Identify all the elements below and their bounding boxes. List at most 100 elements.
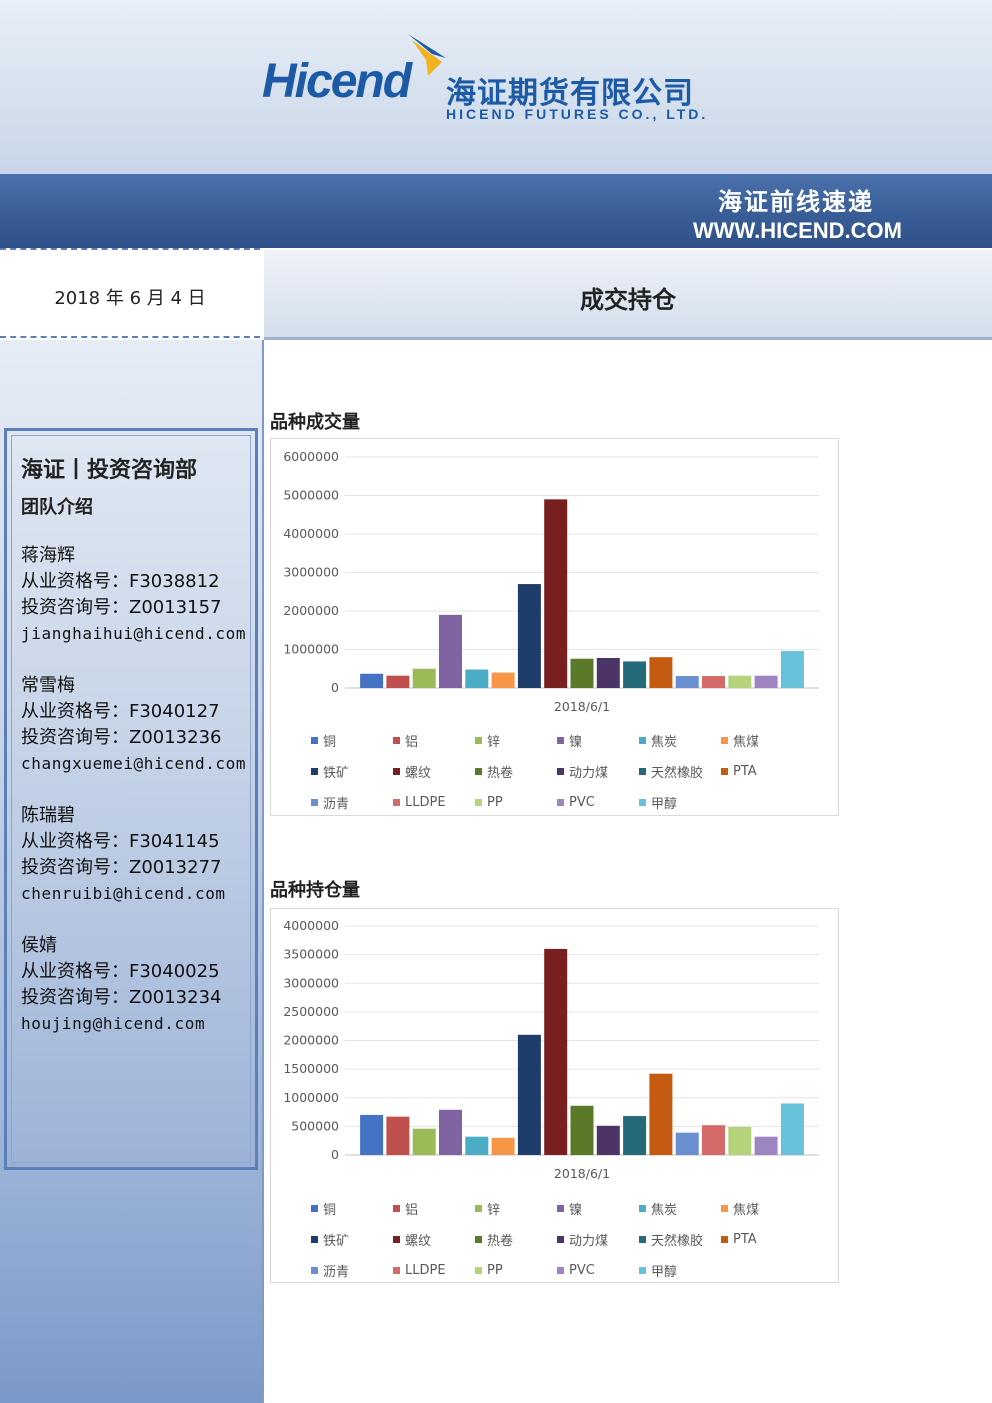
member-advisory-number: 投资咨询号：Z0013234 <box>21 987 222 1008</box>
bar-锌 <box>412 1128 436 1155</box>
member-email[interactable]: changxuemei@hicend.com <box>21 751 246 777</box>
y-tick-label: 3500000 <box>283 947 339 962</box>
legend-label: 铜 <box>323 735 337 750</box>
legend-label: PVC <box>569 1263 595 1278</box>
legend-swatch <box>721 1236 728 1243</box>
bar-螺纹 <box>544 499 568 688</box>
legend-label: 铝 <box>405 735 419 750</box>
member-name: 侯婧 <box>21 935 57 956</box>
legend-label: 热卷 <box>487 766 514 781</box>
legend-item: 焦炭 <box>639 1199 721 1218</box>
divider <box>262 340 264 1403</box>
x-category-label: 2018/6/1 <box>554 1166 610 1181</box>
bar-焦炭 <box>465 669 489 688</box>
team-member: 陈瑞碧 从业资格号：F3041145 投资咨询号：Z0013277 chenru… <box>21 803 226 907</box>
legend-label: LLDPE <box>405 1263 446 1278</box>
bar-锌 <box>412 668 436 688</box>
member-email[interactable]: jianghaihui@hicend.com <box>21 621 246 647</box>
legend-swatch <box>639 737 646 744</box>
bar-天然橡胶 <box>623 1116 647 1155</box>
company-logo: Hicend 海证期货有限公司 HICEND FUTURES CO., LTD. <box>262 34 732 130</box>
legend-item: 沥青 <box>311 793 393 812</box>
member-advisory-number: 投资咨询号：Z0013236 <box>21 727 222 748</box>
legend-item: 锌 <box>475 1199 557 1218</box>
bar-焦煤 <box>491 1137 515 1155</box>
team-member: 常雪梅 从业资格号：F3040127 投资咨询号：Z0013236 changx… <box>21 673 246 777</box>
bar-沥青 <box>675 676 699 688</box>
member-email[interactable]: chenruibi@hicend.com <box>21 881 226 907</box>
legend-item: 动力煤 <box>557 762 639 781</box>
legend-swatch <box>557 1205 564 1212</box>
legend-label: 焦煤 <box>733 1203 760 1218</box>
y-tick-label: 500000 <box>291 1118 339 1133</box>
legend-label: 焦炭 <box>651 1203 678 1218</box>
header-band: 海证前线速递 WWW.HICEND.COM <box>0 174 992 248</box>
member-name: 蒋海辉 <box>21 545 75 566</box>
legend-swatch <box>393 1205 400 1212</box>
page-title: 成交持仓 <box>580 286 676 314</box>
legend-label: LLDPE <box>405 795 446 810</box>
legend-item: 镍 <box>557 1199 639 1218</box>
bar-焦炭 <box>465 1136 489 1155</box>
legend-item: 螺纹 <box>393 1230 475 1249</box>
y-tick-label: 1000000 <box>283 1090 339 1105</box>
legend-swatch <box>557 799 564 806</box>
y-tick-label: 3000000 <box>283 565 339 580</box>
open-interest-chart-title: 品种持仓量 <box>270 880 360 901</box>
legend-swatch <box>721 768 728 775</box>
y-tick-label: 0 <box>331 1147 339 1162</box>
legend-item: 铝 <box>393 1199 475 1218</box>
member-email[interactable]: houjing@hicend.com <box>21 1011 222 1037</box>
legend-label: 沥青 <box>323 797 350 812</box>
legend-item: 焦煤 <box>721 731 803 750</box>
legend-label: 天然橡胶 <box>651 1234 704 1249</box>
legend-label: PP <box>487 1263 503 1278</box>
bar-PP <box>728 1126 752 1155</box>
legend-label: 铁矿 <box>323 1234 350 1249</box>
legend-label: 铜 <box>323 1203 337 1218</box>
bar-PTA <box>649 657 673 688</box>
team-box <box>4 428 258 1170</box>
legend-item: 铁矿 <box>311 762 393 781</box>
legend-swatch <box>557 737 564 744</box>
website-link[interactable]: WWW.HICEND.COM <box>693 218 902 244</box>
team-member: 侯婧 从业资格号：F3040025 投资咨询号：Z0013234 houjing… <box>21 933 222 1037</box>
legend-label: 螺纹 <box>405 766 432 781</box>
legend-swatch <box>311 1267 318 1274</box>
legend-swatch <box>475 799 482 806</box>
legend-label: 螺纹 <box>405 1234 432 1249</box>
bar-动力煤 <box>596 1125 620 1155</box>
member-qualification: 从业资格号：F3038812 <box>21 571 220 592</box>
logo-english: Hicend <box>262 55 412 108</box>
member-name: 陈瑞碧 <box>21 805 75 826</box>
legend-swatch <box>475 1236 482 1243</box>
legend-item: 螺纹 <box>393 762 475 781</box>
legend-swatch <box>475 1267 482 1274</box>
member-name: 常雪梅 <box>21 675 75 696</box>
bar-PTA <box>649 1073 673 1155</box>
bar-PP <box>728 675 752 688</box>
legend-item: 天然橡胶 <box>639 1230 721 1249</box>
bar-铜 <box>360 1114 384 1155</box>
legend-label: 甲醇 <box>651 1265 678 1280</box>
legend-swatch <box>475 768 482 775</box>
bar-铁矿 <box>517 1034 541 1155</box>
bar-铁矿 <box>517 584 541 688</box>
legend-label: 铝 <box>405 1203 419 1218</box>
member-qualification: 从业资格号：F3040025 <box>21 961 220 982</box>
legend-swatch <box>557 768 564 775</box>
legend-label: PVC <box>569 795 595 810</box>
legend-label: 动力煤 <box>569 1234 609 1249</box>
bar-铜 <box>360 673 384 688</box>
legend-label: 镍 <box>569 735 583 750</box>
legend-label: 焦煤 <box>733 735 760 750</box>
volume-chart-title: 品种成交量 <box>270 412 360 433</box>
legend-item: 锌 <box>475 731 557 750</box>
volume-chart-legend: 铜 铝 锌 镍 焦炭 焦煤 铁矿 螺纹 热卷 动力煤 天然橡胶 PTA 沥青 LLDPE PP PVC 甲醇 <box>311 731 831 812</box>
legend-item: 镍 <box>557 731 639 750</box>
legend-item: 焦煤 <box>721 1199 803 1218</box>
open-interest-chart: 4000000 3500000 3000000 2500000 2000000 15000… <box>270 908 839 1283</box>
y-tick-label: 5000000 <box>283 488 339 503</box>
member-advisory-number: 投资咨询号：Z0013157 <box>21 597 222 618</box>
y-tick-label: 2000000 <box>283 603 339 618</box>
